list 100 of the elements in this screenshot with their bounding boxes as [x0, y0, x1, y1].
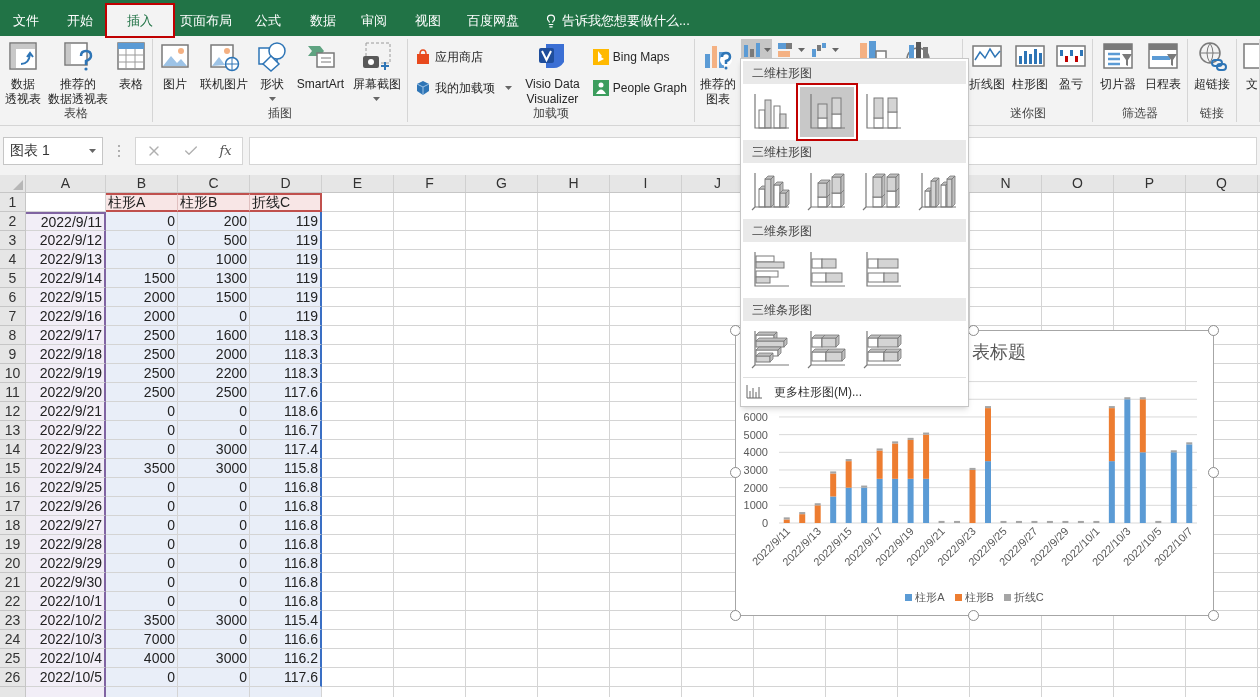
- table-cell[interactable]: 2022/9/28: [26, 535, 106, 554]
- table-cell[interactable]: 0: [106, 497, 178, 516]
- table-cell[interactable]: 0: [178, 402, 250, 421]
- ribbon-tab[interactable]: 视图: [400, 5, 455, 36]
- table-cell[interactable]: 116.6: [250, 630, 322, 649]
- table-cell[interactable]: 0: [178, 630, 250, 649]
- ribbon-tab[interactable]: 页面布局: [173, 5, 238, 36]
- ribbon-button[interactable]: 柱形图: [1008, 39, 1051, 92]
- table-cell[interactable]: 200: [178, 212, 250, 231]
- table-cell[interactable]: 117.4: [250, 440, 322, 459]
- row-header[interactable]: 18: [0, 516, 26, 535]
- table-cell[interactable]: 116.8: [250, 573, 322, 592]
- table-cell[interactable]: 2022/9/27: [26, 516, 106, 535]
- table-cell[interactable]: 116.8: [250, 535, 322, 554]
- table-cell[interactable]: 0: [106, 535, 178, 554]
- row-header[interactable]: 3: [0, 231, 26, 250]
- table-cell[interactable]: 2022/10/3: [26, 630, 106, 649]
- ribbon-tab[interactable]: 审阅: [348, 5, 400, 36]
- ribbon-tab[interactable]: 文件: [0, 5, 52, 36]
- table-cell[interactable]: 2022/9/29: [26, 554, 106, 573]
- ribbon-tab[interactable]: 百度网盘: [455, 5, 530, 36]
- table-cell[interactable]: 2500: [106, 326, 178, 345]
- row-header[interactable]: 6: [0, 288, 26, 307]
- ribbon-button[interactable]: 推荐的 数据透视表: [45, 39, 111, 104]
- table-cell[interactable]: 2022/9/21: [26, 402, 106, 421]
- table-cell[interactable]: 2022/9/16: [26, 307, 106, 326]
- table-cell[interactable]: 2022/10/1: [26, 592, 106, 611]
- ribbon-button[interactable]: 推荐的 图表: [697, 39, 739, 107]
- row-header[interactable]: 17: [0, 497, 26, 516]
- table-cell[interactable]: 柱形A: [106, 193, 178, 212]
- more-charts-item[interactable]: 更多柱形图(M)...: [741, 378, 968, 406]
- row-header[interactable]: 24: [0, 630, 26, 649]
- table-cell[interactable]: 119: [250, 307, 322, 326]
- table-cell[interactable]: 0: [106, 421, 178, 440]
- row-header[interactable]: 2: [0, 212, 26, 231]
- column-header[interactable]: H: [538, 175, 610, 192]
- table-cell[interactable]: 2022/9/14: [26, 269, 106, 288]
- table-cell[interactable]: 0: [106, 402, 178, 421]
- table-cell[interactable]: 116.8: [250, 554, 322, 573]
- ribbon-button[interactable]: Visio Data Visualizer: [522, 39, 583, 104]
- table-cell[interactable]: 2022/9/13: [26, 250, 106, 269]
- table-cell[interactable]: 0: [106, 573, 178, 592]
- table-cell[interactable]: 2022/9/18: [26, 345, 106, 364]
- table-cell[interactable]: 116.2: [250, 649, 322, 668]
- table-cell[interactable]: 116.8: [250, 592, 322, 611]
- ribbon-tab[interactable]: 数据: [297, 5, 348, 36]
- row-header[interactable]: 15: [0, 459, 26, 478]
- ribbon-button[interactable]: 超链接: [1191, 39, 1233, 92]
- insert-function-button[interactable]: fx: [219, 140, 232, 161]
- row-header[interactable]: 22: [0, 592, 26, 611]
- table-cell[interactable]: 116.8: [250, 516, 322, 535]
- column-header[interactable]: A: [26, 175, 106, 192]
- table-cell[interactable]: 0: [178, 421, 250, 440]
- table-cell[interactable]: 0: [178, 535, 250, 554]
- table-cell[interactable]: 3000: [178, 611, 250, 630]
- table-cell[interactable]: 1500: [178, 288, 250, 307]
- resize-handle[interactable]: [1208, 610, 1219, 621]
- column-header[interactable]: B: [106, 175, 178, 192]
- ribbon-button[interactable]: 联机图片: [196, 39, 251, 92]
- table-cell[interactable]: 2200: [178, 364, 250, 383]
- ribbon-button[interactable]: 文: [1239, 39, 1259, 92]
- ribbon-button[interactable]: 屏幕截图: [349, 39, 404, 101]
- table-cell[interactable]: 2022/9/23: [26, 440, 106, 459]
- table-cell[interactable]: 0: [178, 554, 250, 573]
- row-header[interactable]: 7: [0, 307, 26, 326]
- table-cell[interactable]: 116.8: [250, 497, 322, 516]
- table-cell[interactable]: 0: [178, 668, 250, 687]
- column-header[interactable]: O: [1042, 175, 1114, 192]
- row-header[interactable]: 9: [0, 345, 26, 364]
- table-cell[interactable]: 2000: [106, 288, 178, 307]
- ribbon-tab[interactable]: 开始: [52, 5, 107, 36]
- ribbon-button[interactable]: 日程表: [1141, 39, 1184, 92]
- row-header[interactable]: 4: [0, 250, 26, 269]
- table-cell[interactable]: 0: [106, 592, 178, 611]
- tell-me-field[interactable]: 告诉我您想要做什么...: [562, 10, 742, 31]
- table-cell[interactable]: 2022/9/20: [26, 383, 106, 402]
- ribbon-button[interactable]: 我的加载项: [415, 76, 513, 100]
- table-cell[interactable]: 0: [106, 516, 178, 535]
- table-cell[interactable]: 2000: [178, 345, 250, 364]
- table-cell[interactable]: 0: [106, 668, 178, 687]
- table-cell[interactable]: 0: [178, 573, 250, 592]
- column-header[interactable]: I: [610, 175, 682, 192]
- table-cell[interactable]: 3500: [106, 611, 178, 630]
- column-header[interactable]: N: [970, 175, 1042, 192]
- column-header[interactable]: E: [322, 175, 394, 192]
- table-cell[interactable]: 119: [250, 288, 322, 307]
- table-cell[interactable]: 118.3: [250, 326, 322, 345]
- ribbon-button[interactable]: 折线图: [965, 39, 1008, 92]
- table-cell[interactable]: 118.3: [250, 345, 322, 364]
- resize-handle[interactable]: [730, 467, 741, 478]
- table-cell[interactable]: 4000: [106, 649, 178, 668]
- row-header[interactable]: 1: [0, 193, 26, 212]
- table-cell[interactable]: 0: [106, 554, 178, 573]
- table-cell[interactable]: 2022/9/19: [26, 364, 106, 383]
- table-cell[interactable]: 2022/10/2: [26, 611, 106, 630]
- row-header[interactable]: 5: [0, 269, 26, 288]
- ribbon-button[interactable]: 应用商店: [415, 45, 513, 69]
- row-header[interactable]: 23: [0, 611, 26, 630]
- column-header[interactable]: C: [178, 175, 250, 192]
- table-cell[interactable]: 2500: [106, 383, 178, 402]
